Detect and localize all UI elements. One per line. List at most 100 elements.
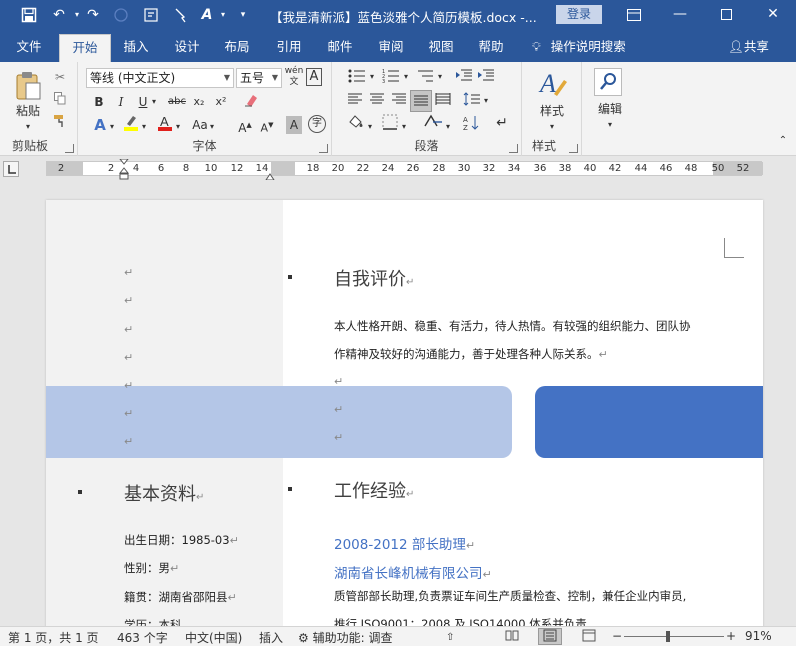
accessibility-status[interactable]: ⚙ 辅助功能: 调查 bbox=[298, 629, 392, 646]
job-desc-line-2[interactable]: 推行 ISO9001：2008 及 ISO14000 体系并负责... bbox=[334, 616, 598, 626]
format-painter-icon[interactable] bbox=[170, 4, 192, 26]
tab-home[interactable]: 开始 bbox=[59, 34, 111, 62]
company-name[interactable]: 湖南省长峰机械有限公司↵ bbox=[334, 562, 492, 582]
tab-mailings[interactable]: 邮件 bbox=[318, 34, 362, 62]
asian-layout-icon[interactable] bbox=[422, 114, 444, 132]
tab-help[interactable]: 帮助 bbox=[470, 34, 512, 62]
show-hide-marks-icon[interactable]: ↵ bbox=[492, 114, 512, 132]
font-family-dropdown-icon[interactable]: ▼ bbox=[224, 69, 230, 87]
distributed-icon[interactable] bbox=[434, 92, 452, 110]
job-period[interactable]: 2008-2012 部长助理↵ bbox=[334, 533, 475, 553]
underline-icon[interactable]: U bbox=[136, 93, 150, 111]
touch-mode-icon[interactable] bbox=[140, 4, 162, 26]
numbering-dropdown-icon[interactable]: ▾ bbox=[402, 68, 410, 86]
shrink-font-icon[interactable]: A▼ bbox=[258, 116, 276, 135]
zoom-slider[interactable] bbox=[624, 636, 724, 637]
character-border-icon[interactable]: A bbox=[306, 68, 322, 86]
enclose-characters-icon[interactable]: 字 bbox=[308, 115, 326, 133]
numbering-icon[interactable]: 123 bbox=[380, 68, 402, 86]
find-icon[interactable] bbox=[594, 68, 622, 96]
print-layout-icon[interactable] bbox=[538, 628, 562, 645]
bold-icon[interactable]: B bbox=[92, 93, 106, 111]
styles-dropdown-icon[interactable]: ▾ bbox=[546, 118, 558, 136]
character-shading-icon[interactable]: A bbox=[286, 116, 302, 134]
align-right-icon[interactable] bbox=[390, 92, 408, 110]
increase-indent-icon[interactable] bbox=[476, 68, 496, 86]
minimize-icon[interactable]: — bbox=[657, 0, 703, 30]
basic-info-heading[interactable]: 基本资料↵ bbox=[124, 480, 204, 506]
document-page[interactable]: ↵ ↵ ↵ ↵ ↵ ↵ ↵ 自我评价↵ 本人性格开朗、稳重、有活力，待人热情。有… bbox=[46, 200, 763, 626]
highlight-icon[interactable] bbox=[122, 114, 140, 132]
font-color-dropdown-icon[interactable]: ▾ bbox=[174, 118, 182, 136]
borders-dropdown-icon[interactable]: ▾ bbox=[400, 118, 408, 136]
change-case-icon[interactable]: Aa bbox=[190, 116, 210, 134]
align-left-icon[interactable] bbox=[346, 92, 364, 110]
bullets-dropdown-icon[interactable]: ▾ bbox=[368, 68, 376, 86]
shading-dropdown-icon[interactable]: ▾ bbox=[366, 118, 374, 136]
tab-design[interactable]: 设计 bbox=[166, 34, 208, 62]
change-case-dropdown-icon[interactable]: ▾ bbox=[208, 118, 216, 136]
format-painter-icon[interactable] bbox=[52, 114, 68, 132]
ribbon-display-icon[interactable] bbox=[611, 0, 657, 30]
tab-review[interactable]: 审阅 bbox=[370, 34, 412, 62]
gender[interactable]: 性别：男↵ bbox=[124, 560, 179, 576]
tab-selector[interactable] bbox=[3, 161, 19, 177]
zoom-in-icon[interactable]: + bbox=[726, 629, 736, 643]
text-effects-icon[interactable]: A bbox=[90, 116, 110, 134]
font-size-dropdown-icon[interactable]: ▼ bbox=[272, 69, 278, 87]
line-spacing-icon[interactable] bbox=[462, 92, 482, 110]
decrease-indent-icon[interactable] bbox=[454, 68, 474, 86]
font-color-icon[interactable]: A bbox=[156, 114, 174, 132]
subscript-icon[interactable]: x₂ bbox=[190, 93, 208, 111]
language[interactable]: 中文(中国) bbox=[185, 629, 242, 646]
tab-layout[interactable]: 布局 bbox=[216, 34, 258, 62]
strikethrough-icon[interactable]: abc bbox=[166, 93, 188, 111]
underline-dropdown-icon[interactable]: ▾ bbox=[150, 93, 158, 111]
tab-insert[interactable]: 插入 bbox=[116, 34, 156, 62]
login-button[interactable]: 登录 bbox=[556, 5, 602, 24]
job-desc-line-1[interactable]: 质管部部长助理,负责票证车间生产质量检查、控制，兼任企业内审员, bbox=[334, 588, 686, 604]
line-spacing-dropdown-icon[interactable]: ▾ bbox=[482, 92, 490, 110]
font-size-select[interactable]: 五号 ▼ bbox=[236, 68, 282, 88]
close-icon[interactable]: ✕ bbox=[750, 0, 796, 30]
editing-dropdown-icon[interactable]: ▾ bbox=[604, 116, 616, 134]
text-effects-dropdown-icon[interactable]: ▾ bbox=[108, 118, 116, 136]
web-layout-icon[interactable] bbox=[582, 629, 596, 645]
tab-view[interactable]: 视图 bbox=[420, 34, 462, 62]
cut-icon[interactable]: ✂ bbox=[52, 68, 68, 86]
self-eval-line-1[interactable]: 本人性格开朗、稳重、有活力，待人热情。有较强的组织能力、团队协 bbox=[334, 318, 691, 334]
clear-formatting-icon[interactable] bbox=[242, 92, 260, 110]
font-family-select[interactable]: 等线 (中文正文) ▼ bbox=[86, 68, 234, 88]
tab-references[interactable]: 引用 bbox=[268, 34, 310, 62]
phonetic-guide-icon[interactable]: wén 文 bbox=[284, 66, 304, 87]
bullets-icon[interactable] bbox=[346, 68, 368, 86]
work-exp-heading[interactable]: 工作经验↵ bbox=[334, 477, 414, 503]
multilevel-list-dropdown-icon[interactable]: ▾ bbox=[436, 68, 444, 86]
align-center-icon[interactable] bbox=[368, 92, 386, 110]
collapse-ribbon-icon[interactable]: ⌃ bbox=[776, 132, 790, 150]
native-place[interactable]: 籍贯：湖南省邵阳县↵ bbox=[124, 589, 237, 605]
tell-me-search[interactable]: 💡︎ 操作说明搜索 bbox=[532, 34, 626, 62]
borders-icon[interactable] bbox=[380, 114, 400, 132]
paragraph-launcher-icon[interactable] bbox=[509, 144, 518, 153]
styles-launcher-icon[interactable] bbox=[569, 144, 578, 153]
read-mode-icon[interactable] bbox=[505, 629, 519, 645]
copy-icon[interactable] bbox=[52, 92, 68, 110]
self-eval-line-2[interactable]: 作精神及较好的沟通能力，善于处理各种人际关系。↵ bbox=[334, 346, 608, 362]
horizontal-ruler[interactable]: 2 2 4 6 8 10 12 14 18 20 22 24 26 28 30 … bbox=[46, 158, 763, 181]
styles-icon[interactable]: A bbox=[538, 68, 568, 103]
justify-icon[interactable] bbox=[410, 90, 432, 112]
zoom-level[interactable]: 91% bbox=[745, 629, 772, 643]
multilevel-list-icon[interactable] bbox=[414, 68, 436, 86]
insert-mode[interactable]: 插入 bbox=[259, 629, 283, 646]
circle-icon[interactable] bbox=[110, 4, 132, 26]
clipboard-launcher-icon[interactable] bbox=[65, 144, 74, 153]
sort-icon[interactable]: AZ bbox=[462, 114, 482, 132]
tab-file[interactable]: 文件 bbox=[8, 34, 50, 62]
maximize-icon[interactable] bbox=[703, 0, 749, 30]
birth-date[interactable]: 出生日期：1985-03↵ bbox=[124, 532, 239, 548]
word-count[interactable]: 463 个字 bbox=[117, 629, 168, 646]
education[interactable]: 学历：本科 bbox=[124, 617, 182, 626]
share-button[interactable]: 👤︎共享 bbox=[728, 34, 769, 62]
font-launcher-icon[interactable] bbox=[319, 144, 328, 153]
